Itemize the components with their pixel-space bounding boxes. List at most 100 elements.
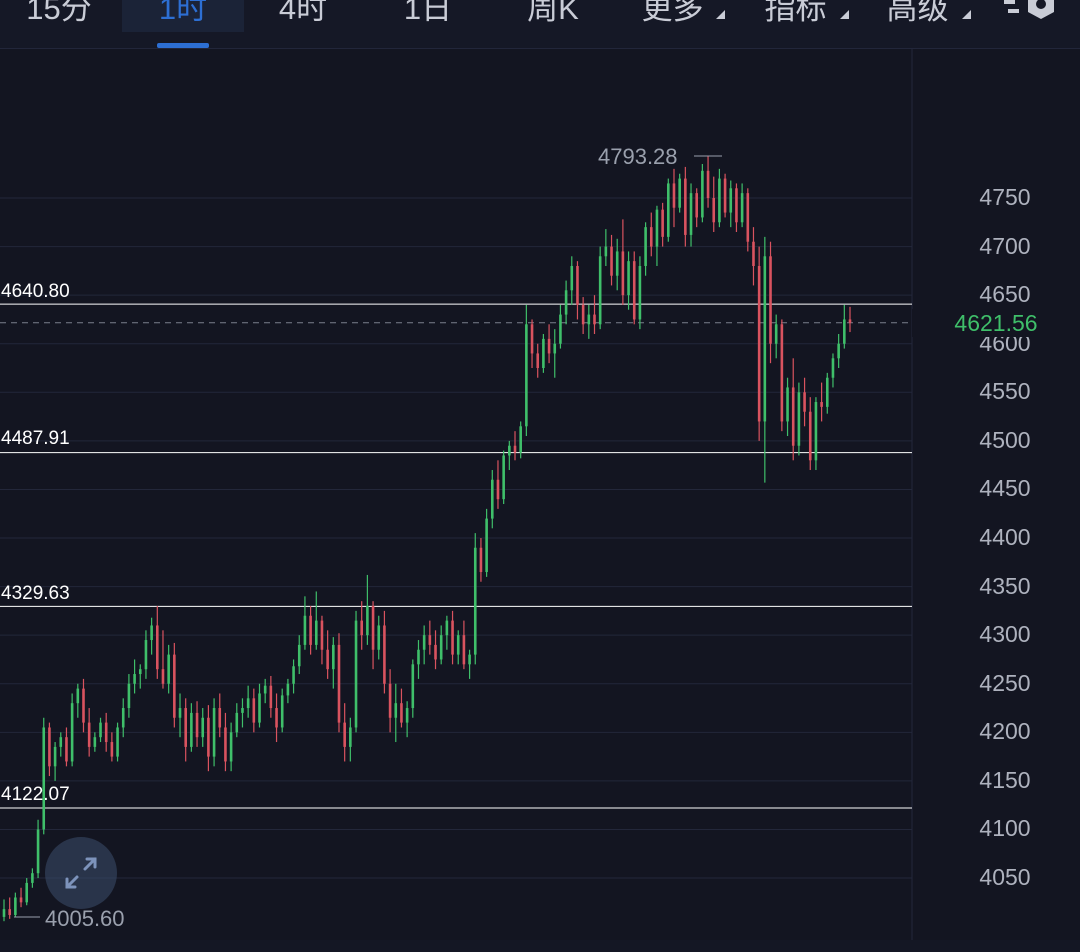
candle-body xyxy=(343,722,346,747)
candle-body xyxy=(746,193,750,242)
high-price-label: 4793.28 xyxy=(598,144,678,169)
candle-body xyxy=(508,445,511,456)
candle-body xyxy=(791,387,795,446)
candle-body xyxy=(241,708,244,713)
candle-body xyxy=(14,897,17,915)
candle-body xyxy=(808,411,812,461)
advanced-dropdown[interactable]: 高级 xyxy=(870,0,965,32)
candle-body xyxy=(468,654,471,665)
candle-body xyxy=(479,547,483,573)
candle-body xyxy=(814,402,818,461)
candle-body xyxy=(178,708,182,718)
more-caret-icon xyxy=(716,10,725,19)
price-axis-label: 4300 xyxy=(979,621,1031,648)
candle-body xyxy=(417,649,420,665)
candle-body xyxy=(712,198,716,223)
level-label: 4487.91 xyxy=(1,428,70,449)
candle-body xyxy=(297,644,301,667)
candle-body xyxy=(547,338,551,354)
tab-weekly[interactable]: 周K xyxy=(503,0,603,32)
candle-body xyxy=(173,654,176,718)
candle-body xyxy=(456,635,460,655)
candle-body xyxy=(8,909,11,915)
candle-body xyxy=(150,625,153,641)
candle-body xyxy=(769,256,772,344)
candle-body xyxy=(144,640,148,670)
candle-body xyxy=(706,170,710,198)
fullscreen-button[interactable] xyxy=(45,837,117,909)
candle-body xyxy=(70,703,74,762)
candle-body xyxy=(303,615,307,645)
candle-body xyxy=(76,688,80,704)
level-label: 4329.63 xyxy=(1,583,70,604)
candle-body xyxy=(587,314,591,325)
candle-body xyxy=(797,392,801,446)
price-axis-label: 4100 xyxy=(979,815,1031,842)
candle-body xyxy=(825,377,829,407)
candle-body xyxy=(672,183,676,208)
expand-arrows-icon xyxy=(65,857,97,889)
tab-1h[interactable]: 1时 xyxy=(122,0,244,32)
tab-15m[interactable]: 15分 xyxy=(14,0,104,32)
candle-body xyxy=(598,256,602,325)
candle-body xyxy=(99,722,102,738)
price-axis-label: 4350 xyxy=(979,572,1031,599)
candle-body xyxy=(31,873,34,883)
candle-body xyxy=(360,620,364,636)
candle-body xyxy=(752,241,755,267)
candle-body xyxy=(53,746,57,767)
price-axis-label: 4050 xyxy=(979,864,1031,891)
candle-body xyxy=(428,635,432,645)
candle-body xyxy=(167,654,170,684)
more-dropdown[interactable]: 更多 xyxy=(625,0,720,32)
candle-body xyxy=(127,683,131,709)
indicators-dropdown[interactable]: 指标 xyxy=(748,0,843,32)
candle-body xyxy=(337,644,341,723)
candle-body xyxy=(757,266,761,422)
candle-body xyxy=(292,666,295,684)
candle-body xyxy=(462,635,466,665)
candle-body xyxy=(740,193,744,223)
candle-body xyxy=(405,708,409,723)
candle-body xyxy=(729,188,733,213)
candle-body xyxy=(513,445,517,453)
candle-body xyxy=(445,620,449,636)
candle-body xyxy=(82,688,85,723)
candle-body xyxy=(615,251,619,276)
candle-body xyxy=(655,209,659,247)
current-price-label: 4621.56 xyxy=(912,309,1080,337)
tab-4h[interactable]: 4时 xyxy=(258,0,348,32)
candle-body xyxy=(661,209,664,237)
candle-body xyxy=(218,708,222,728)
indicators-caret-icon xyxy=(840,10,849,19)
candle-body xyxy=(400,703,403,723)
candle-body xyxy=(519,426,522,453)
candle-body xyxy=(604,246,608,257)
price-axis-label: 4250 xyxy=(979,669,1031,696)
candle-body xyxy=(638,266,642,320)
candle-body xyxy=(632,261,636,320)
candlestick-chart[interactable] xyxy=(0,49,1080,952)
candle-body xyxy=(246,698,250,709)
candle-body xyxy=(42,727,46,830)
candle-body xyxy=(371,606,375,650)
tab-1d[interactable]: 1日 xyxy=(383,0,473,32)
candle-body xyxy=(332,644,335,670)
settings-icon[interactable] xyxy=(1004,0,1058,22)
candle-body xyxy=(695,193,698,218)
candle-body xyxy=(314,620,318,645)
candle-body xyxy=(490,479,494,519)
candle-body xyxy=(701,170,704,218)
candle-body xyxy=(286,683,290,696)
candle-body xyxy=(559,314,562,344)
candle-body xyxy=(388,683,392,718)
settings-bar-icon xyxy=(1004,0,1015,4)
candle-body xyxy=(269,685,273,709)
low-price-label: 4005.60 xyxy=(45,906,125,931)
candle-body xyxy=(377,625,381,650)
candle-body xyxy=(65,737,68,762)
candle-body xyxy=(774,324,778,344)
candle-body xyxy=(780,324,784,422)
candle-body xyxy=(610,246,613,276)
candle-body xyxy=(19,897,23,903)
